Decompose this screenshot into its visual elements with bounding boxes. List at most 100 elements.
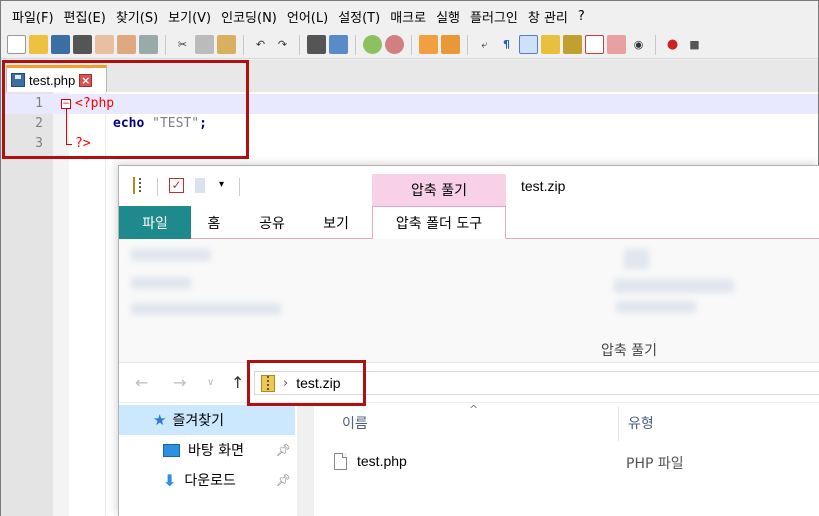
monitor-icon[interactable]: ◉ bbox=[629, 35, 648, 54]
column-separator[interactable] bbox=[618, 407, 619, 441]
save-icon[interactable] bbox=[51, 35, 70, 54]
file-explorer-window: ✓ ▾ 압축 풀기 test.zip 파일 홈 공유 보기 압축 폴더 도구 압… bbox=[118, 165, 819, 516]
ribbon-body: 압축 풀기 bbox=[119, 239, 819, 363]
explorer-title-bar: ✓ ▾ 압축 풀기 test.zip bbox=[119, 166, 819, 206]
menu-search[interactable]: 찾기(S) bbox=[111, 7, 163, 26]
menu-encoding[interactable]: 인코딩(N) bbox=[216, 7, 282, 26]
stop-macro-icon[interactable]: ■ bbox=[685, 35, 704, 54]
column-header-name[interactable]: 이름 bbox=[342, 413, 368, 433]
zoom-out-icon[interactable] bbox=[385, 35, 404, 54]
ribbon-group-label: 압축 풀기 bbox=[601, 343, 657, 359]
new-file-icon[interactable] bbox=[7, 35, 26, 54]
file-row[interactable]: test.php bbox=[334, 450, 814, 472]
menu-settings[interactable]: 설정(T) bbox=[333, 7, 385, 26]
tab-share[interactable]: 공유 bbox=[247, 206, 297, 239]
menu-run[interactable]: 실행 bbox=[431, 7, 465, 26]
menu-macro[interactable]: 매크로 bbox=[385, 7, 431, 26]
find-icon[interactable] bbox=[307, 35, 326, 54]
address-bar: ← → ∨ ↑ › test.zip bbox=[119, 363, 819, 403]
replace-icon[interactable] bbox=[329, 35, 348, 54]
close-all-icon[interactable] bbox=[117, 35, 136, 54]
toolbar-separator bbox=[355, 34, 356, 55]
show-all-chars-icon[interactable]: ¶ bbox=[497, 35, 516, 54]
toolbar-separator bbox=[165, 34, 166, 55]
menu-view[interactable]: 보기(V) bbox=[163, 7, 216, 26]
qa-separator bbox=[239, 178, 240, 196]
blurred-ribbon-content bbox=[624, 249, 649, 269]
record-macro-icon[interactable]: ● bbox=[663, 35, 682, 54]
toolbar: ✂ ↶ ↷ ⤶ ¶ ◉ ● ■ bbox=[1, 31, 818, 59]
menu-help[interactable]: ? bbox=[573, 9, 590, 24]
menu-language[interactable]: 언어(L) bbox=[282, 7, 333, 26]
toolbar-separator bbox=[411, 34, 412, 55]
nav-item-desktop[interactable]: 바탕 화면 📌︎ bbox=[119, 435, 295, 465]
undo-icon[interactable]: ↶ bbox=[251, 35, 270, 54]
nav-item-favorites[interactable]: ★ 즐겨찾기 bbox=[119, 405, 295, 435]
zoom-in-icon[interactable] bbox=[363, 35, 382, 54]
indent-guide-icon[interactable] bbox=[519, 35, 538, 54]
desktop-icon bbox=[163, 443, 180, 457]
pin-icon[interactable]: 📌︎ bbox=[276, 473, 291, 487]
close-file-icon[interactable] bbox=[95, 35, 114, 54]
nav-item-downloads[interactable]: ⬇ 다운로드 📌︎ bbox=[119, 465, 295, 495]
nav-item-label: 즐겨찾기 bbox=[172, 413, 224, 429]
new-folder-icon[interactable] bbox=[195, 178, 205, 193]
back-arrow-icon[interactable]: ← bbox=[135, 373, 148, 392]
properties-check-icon[interactable]: ✓ bbox=[169, 178, 184, 193]
menu-plugins[interactable]: 플러그인 bbox=[465, 7, 523, 26]
tab-file[interactable]: 파일 bbox=[119, 206, 191, 239]
doc-map-icon[interactable] bbox=[563, 35, 582, 54]
navigation-pane: ★ 즐겨찾기 바탕 화면 📌︎ ⬇ 다운로드 📌︎ bbox=[119, 403, 314, 516]
up-arrow-icon[interactable]: ↑ bbox=[231, 373, 244, 392]
toolbar-separator bbox=[243, 34, 244, 55]
highlight-box-address bbox=[247, 360, 366, 406]
highlight-box-editor bbox=[2, 60, 249, 159]
blurred-ribbon-content bbox=[131, 277, 191, 289]
blurred-ribbon-content bbox=[131, 303, 281, 315]
folder-workspace-icon[interactable] bbox=[607, 35, 626, 54]
open-file-icon[interactable] bbox=[29, 35, 48, 54]
udl-icon[interactable] bbox=[541, 35, 560, 54]
php-file-icon bbox=[334, 452, 347, 470]
tab-compressed-folder-tools[interactable]: 압축 폴더 도구 bbox=[372, 206, 506, 240]
qa-dropdown-icon[interactable]: ▾ bbox=[219, 179, 224, 197]
file-name: test.php bbox=[357, 453, 407, 469]
print-icon[interactable] bbox=[139, 35, 158, 54]
sync-vertical-icon[interactable] bbox=[419, 35, 438, 54]
blurred-ribbon-content bbox=[616, 301, 696, 313]
tab-home[interactable]: 홈 bbox=[194, 206, 234, 239]
toolbar-separator bbox=[655, 34, 656, 55]
redo-icon[interactable]: ↷ bbox=[273, 35, 292, 54]
word-wrap-icon[interactable]: ⤶ bbox=[475, 35, 494, 54]
pin-icon[interactable]: 📌︎ bbox=[276, 443, 291, 457]
menu-window[interactable]: 창 관리 bbox=[523, 7, 573, 26]
paste-icon[interactable] bbox=[217, 35, 236, 54]
toolbar-separator bbox=[467, 34, 468, 55]
copy-icon[interactable] bbox=[195, 35, 214, 54]
column-header-type[interactable]: 유형 bbox=[628, 413, 654, 433]
blurred-ribbon-content bbox=[131, 249, 211, 261]
qa-separator bbox=[157, 178, 158, 196]
sort-ascending-icon: ^ bbox=[469, 403, 479, 416]
ribbon-tabs: 파일 홈 공유 보기 압축 폴더 도구 bbox=[119, 206, 819, 240]
menu-file[interactable]: 파일(F) bbox=[7, 7, 59, 26]
sync-horizontal-icon[interactable] bbox=[441, 35, 460, 54]
download-icon: ⬇ bbox=[163, 470, 177, 490]
nav-item-label: 바탕 화면 bbox=[188, 443, 244, 459]
toolbar-separator bbox=[299, 34, 300, 55]
nav-item-label: 다운로드 bbox=[184, 473, 236, 489]
tab-view[interactable]: 보기 bbox=[311, 206, 361, 239]
nav-pane-scrollbar[interactable] bbox=[297, 403, 314, 516]
file-list: ^ 이름 유형 test.php PHP 파일 bbox=[314, 403, 819, 516]
recent-dropdown-icon[interactable]: ∨ bbox=[207, 377, 214, 388]
function-list-icon[interactable] bbox=[585, 35, 604, 54]
window-title: test.zip bbox=[521, 178, 566, 194]
zip-folder-icon bbox=[133, 177, 135, 194]
cut-icon[interactable]: ✂ bbox=[173, 35, 192, 54]
save-all-icon[interactable] bbox=[73, 35, 92, 54]
blurred-ribbon-content bbox=[614, 279, 734, 293]
forward-arrow-icon[interactable]: → bbox=[173, 373, 186, 392]
menu-bar: 파일(F) 편집(E) 찾기(S) 보기(V) 인코딩(N) 언어(L) 설정(… bbox=[1, 1, 818, 31]
context-tab-header: 압축 풀기 bbox=[372, 174, 506, 206]
menu-edit[interactable]: 편집(E) bbox=[59, 7, 111, 26]
